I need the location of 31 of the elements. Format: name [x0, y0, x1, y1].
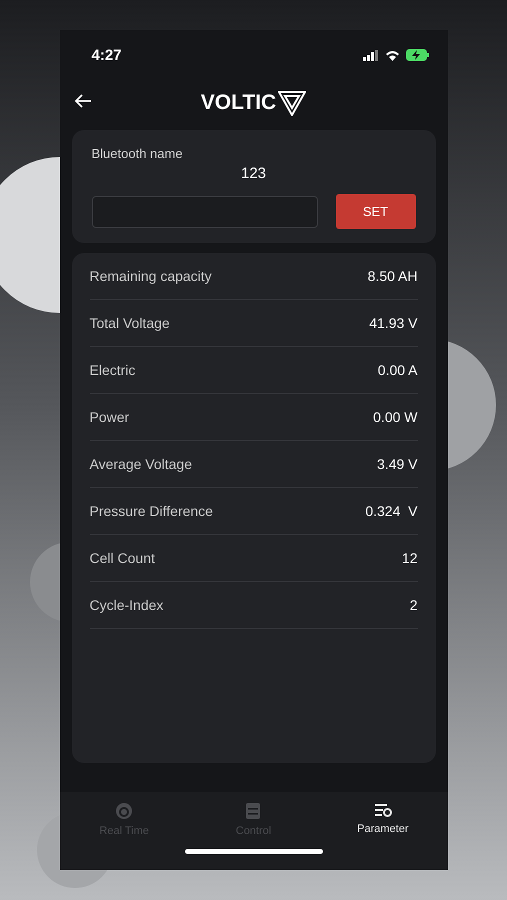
set-button[interactable]: SET — [336, 194, 416, 229]
parameter-value: 0.00 A — [378, 362, 418, 378]
gauge-icon — [115, 802, 134, 820]
tab[interactable]: Parameter — [318, 802, 448, 837]
parameter-name: Electric — [90, 362, 136, 378]
parameter-value: 0.00 W — [373, 409, 418, 425]
parameter-value: 0.324 V — [365, 503, 418, 519]
battery-charging-icon — [406, 49, 430, 61]
sliders-icon — [245, 802, 262, 820]
status-time: 4:27 — [92, 46, 122, 64]
parameter-value: 2 — [410, 597, 418, 613]
parameter-value: 41.93 V — [369, 315, 418, 331]
signal-icon — [362, 50, 378, 60]
logo-mark-icon — [278, 90, 306, 116]
bluetooth-label: Bluetooth name — [92, 146, 183, 161]
parameter-name: Cell Count — [90, 550, 155, 566]
list-settings-icon — [374, 802, 392, 818]
parameter-value: 3.49 V — [377, 456, 418, 472]
parameter-value: 12 — [402, 550, 418, 566]
parameter-name: Remaining capacity — [90, 268, 212, 284]
name-input-field[interactable] — [92, 196, 318, 228]
bluetooth-name-value: 123 — [240, 165, 266, 182]
wifi-icon — [384, 50, 400, 60]
parameter-name: Cycle-Index — [90, 597, 164, 613]
parameter-name: Pressure Difference — [90, 503, 213, 519]
parameter-value: 8.50 AH — [368, 268, 418, 284]
parameter-name: Average Voltage — [90, 456, 192, 472]
parameter-name: Power — [90, 409, 130, 425]
back-arrow-icon[interactable] — [74, 93, 92, 109]
logo-text: VOLTIC — [200, 91, 276, 115]
parameter-name: Total Voltage — [90, 315, 170, 331]
